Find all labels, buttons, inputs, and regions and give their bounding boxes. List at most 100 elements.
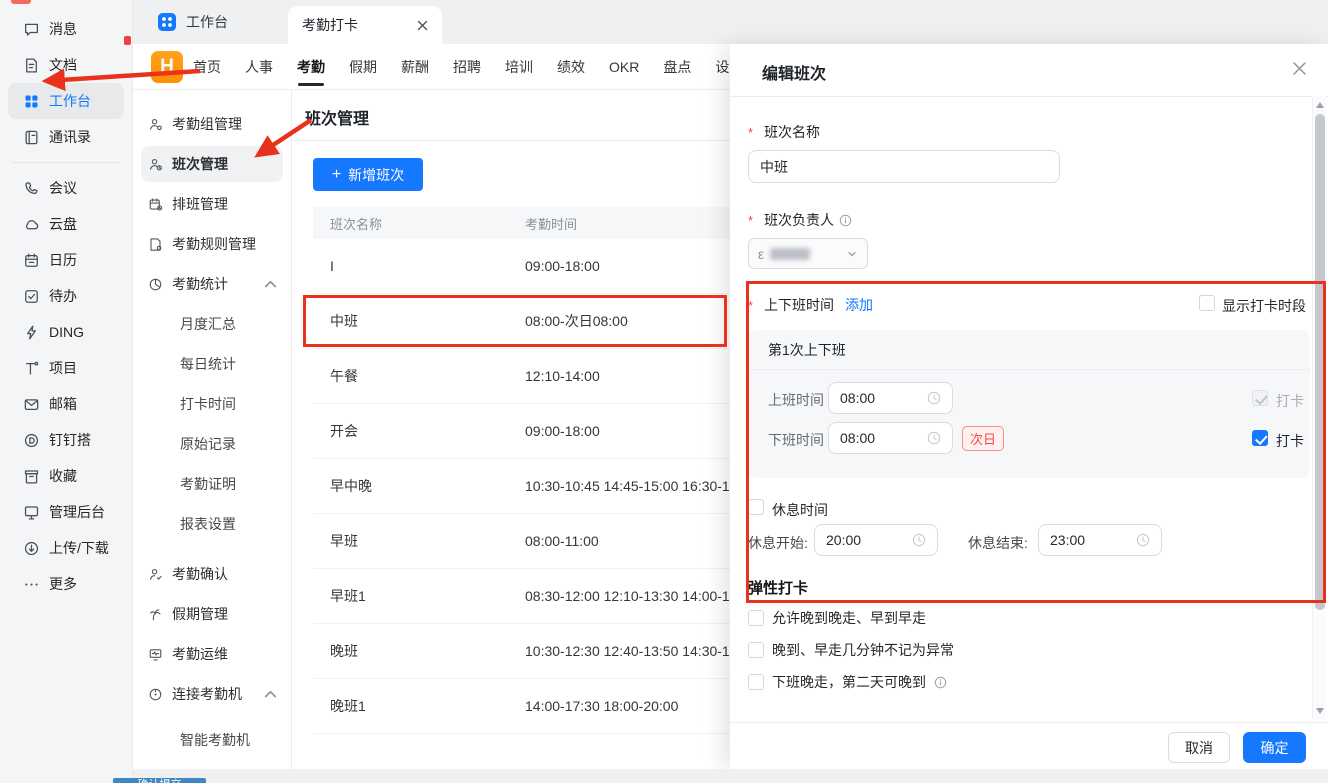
menu-item-attendance-confirm[interactable]: 考勤确认 xyxy=(133,554,291,594)
chevron-up-icon[interactable] xyxy=(263,687,278,702)
cancel-button[interactable]: 取消 xyxy=(1168,732,1230,763)
menu-item-label: 原始记录 xyxy=(180,434,236,454)
nav-item-performance[interactable]: 绩效 xyxy=(557,44,585,90)
rest-end-label: 休息结束: xyxy=(968,533,1028,553)
sidebar-item-workbench[interactable]: 工作台 xyxy=(8,83,124,119)
nav-item-recruiting[interactable]: 招聘 xyxy=(453,44,481,90)
device-dial-icon xyxy=(148,687,163,702)
menu-item-attendance-ops[interactable]: 考勤运维 xyxy=(133,634,291,674)
sidebar-item-meetings[interactable]: 会议 xyxy=(8,170,124,206)
rest-time-label: 休息时间 xyxy=(772,500,828,520)
nav-item-training[interactable]: 培训 xyxy=(505,44,533,90)
confirm-button[interactable]: 确定 xyxy=(1243,732,1306,763)
shift-section-title: 第1次上下班 xyxy=(748,330,1310,370)
show-punch-period-checkbox[interactable] xyxy=(1199,295,1215,311)
avatar[interactable] xyxy=(11,0,31,4)
menu-item-label: 排班管理 xyxy=(172,194,228,214)
sidebar-item-dingtalk-build[interactable]: 钉钉搭 xyxy=(8,422,124,458)
nav-item-payroll[interactable]: 薪酬 xyxy=(401,44,429,90)
rest-end-input[interactable]: 23:00 xyxy=(1038,524,1162,556)
flex-option-checkbox[interactable] xyxy=(748,610,764,626)
sidebar-item-ding[interactable]: DING xyxy=(8,314,124,350)
menu-subitem-punch-times[interactable]: 打卡时间 xyxy=(133,384,291,424)
sidebar-item-mail[interactable]: 邮箱 xyxy=(8,386,124,422)
person-check-icon xyxy=(148,567,163,582)
scroll-up-arrow-icon[interactable] xyxy=(1316,102,1324,108)
drawer-scrollbar[interactable] xyxy=(1312,96,1326,720)
tab-attendance[interactable]: 考勤打卡 xyxy=(288,6,442,44)
workbench-grid-icon xyxy=(23,93,40,110)
menu-item-label: 考勤运维 xyxy=(172,644,228,664)
menu-item-label: 考勤确认 xyxy=(172,564,228,584)
menu-subitem-monthly-summary[interactable]: 月度汇总 xyxy=(133,304,291,344)
add-time-link[interactable]: 添加 xyxy=(845,295,873,315)
shift-name-cell: I xyxy=(330,258,525,274)
tab-workbench[interactable]: 工作台 xyxy=(158,0,228,44)
drawer-title: 编辑班次 xyxy=(762,60,826,84)
sidebar-item-docs[interactable]: 文档 xyxy=(8,47,124,83)
end-time-input[interactable]: 08:00 xyxy=(828,422,953,454)
archive-box-icon xyxy=(23,468,40,485)
sidebar-item-more[interactable]: 更多 xyxy=(8,566,124,602)
shift-name-input[interactable]: 中班 xyxy=(748,150,1060,183)
menu-subitem-smart-machine[interactable]: 智能考勤机 xyxy=(133,720,291,760)
sidebar-item-label: 上传/下载 xyxy=(49,538,109,558)
sidebar-item-admin-console[interactable]: 管理后台 xyxy=(8,494,124,530)
phone-icon xyxy=(23,180,40,197)
sidebar-item-upload-download[interactable]: 上传/下载 xyxy=(8,530,124,566)
shift-owner-select[interactable]: ε xyxy=(748,238,868,269)
menu-subitem-report-settings[interactable]: 报表设置 xyxy=(133,504,291,544)
start-punch-checkbox[interactable] xyxy=(1252,390,1268,406)
menu-item-attendance-machines[interactable]: 连接考勤机 xyxy=(133,674,291,714)
rest-start-value: 20:00 xyxy=(826,532,861,548)
nav-item-inventory[interactable]: 盘点 xyxy=(663,44,691,90)
sidebar-item-projects[interactable]: 项目 xyxy=(8,350,124,386)
menu-item-attendance-groups[interactable]: 考勤组管理 xyxy=(133,104,291,144)
close-icon[interactable] xyxy=(1292,61,1307,76)
nav-item-hr[interactable]: 人事 xyxy=(245,44,273,90)
menu-subitem-raw-records[interactable]: 原始记录 xyxy=(133,424,291,464)
page-title: 班次管理 xyxy=(305,105,369,129)
menu-subitem-daily-stats[interactable]: 每日统计 xyxy=(133,344,291,384)
nav-item-attendance[interactable]: 考勤 xyxy=(297,44,325,90)
tab-close-icon[interactable] xyxy=(417,20,428,31)
sidebar-item-label: 收藏 xyxy=(49,466,77,486)
nav-item-holiday[interactable]: 假期 xyxy=(349,44,377,90)
sidebar-item-label: 更多 xyxy=(49,574,77,594)
rest-start-label: 休息开始: xyxy=(748,533,808,553)
info-icon xyxy=(839,214,852,227)
sidebar-item-messages[interactable]: 消息 xyxy=(8,11,124,47)
column-header-attendance-time: 考勤时间 xyxy=(525,214,577,233)
sidebar-item-cloud-drive[interactable]: 云盘 xyxy=(8,206,124,242)
menu-item-label: 考勤证明 xyxy=(180,474,236,494)
menu-item-schedule-management[interactable]: 排班管理 xyxy=(133,184,291,224)
menu-item-holiday-management[interactable]: 假期管理 xyxy=(133,594,291,634)
menu-item-shift-management[interactable]: 班次管理 xyxy=(133,144,291,184)
nav-item-home[interactable]: 首页 xyxy=(193,44,221,90)
menu-item-attendance-stats[interactable]: 考勤统计 xyxy=(133,264,291,304)
end-punch-checkbox[interactable] xyxy=(1252,430,1268,446)
scroll-down-arrow-icon[interactable] xyxy=(1316,708,1324,714)
sidebar-item-contacts[interactable]: 通讯录 xyxy=(8,119,124,155)
owner-value: ε xyxy=(758,246,764,262)
menu-item-label: 考勤规则管理 xyxy=(172,234,256,254)
menu-item-label: 智能考勤机 xyxy=(180,730,250,750)
scrollbar-thumb[interactable] xyxy=(1315,114,1325,610)
shift-name-cell: 早班 xyxy=(330,531,525,551)
sidebar-item-favorites[interactable]: 收藏 xyxy=(8,458,124,494)
add-shift-button[interactable]: + 新增班次 xyxy=(313,158,423,191)
flex-option-checkbox[interactable] xyxy=(748,642,764,658)
rest-start-input[interactable]: 20:00 xyxy=(814,524,938,556)
menu-item-attendance-rules[interactable]: 考勤规则管理 xyxy=(133,224,291,264)
nav-item-okr[interactable]: OKR xyxy=(609,44,639,90)
sidebar-item-todo[interactable]: 待办 xyxy=(8,278,124,314)
sidebar-item-calendar[interactable]: 日历 xyxy=(8,242,124,278)
flexible-punch-title: 弹性打卡 xyxy=(748,577,808,598)
rest-time-checkbox[interactable] xyxy=(748,499,764,515)
chevron-up-icon[interactable] xyxy=(263,277,278,292)
company-logo[interactable]: H xyxy=(151,51,183,83)
menu-subitem-attendance-proof[interactable]: 考勤证明 xyxy=(133,464,291,504)
start-time-input[interactable]: 08:00 xyxy=(828,382,953,414)
flex-option-checkbox[interactable] xyxy=(748,674,764,690)
mail-icon xyxy=(23,396,40,413)
